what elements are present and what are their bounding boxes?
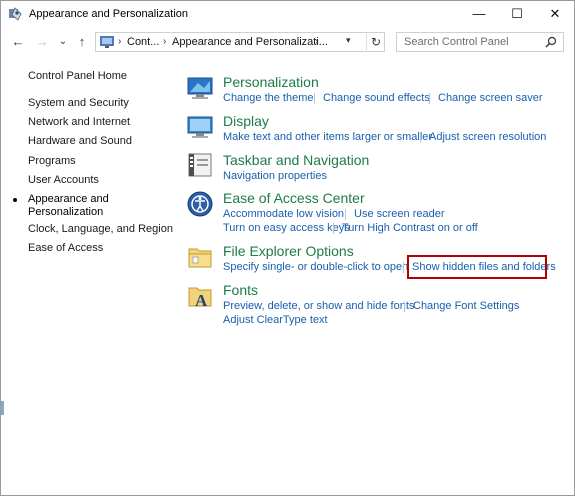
link-change-theme[interactable]: Change the theme	[223, 92, 314, 104]
folder-options-icon	[188, 248, 212, 268]
window-title: Appearance and Personalization	[29, 8, 189, 20]
close-icon: ✕	[549, 6, 561, 21]
taskbar-icon	[188, 153, 212, 177]
search-icon	[545, 36, 557, 48]
maximize-icon: ☐	[511, 6, 523, 21]
control-panel-app-icon	[9, 7, 22, 21]
sidebar-item-hardware-sound[interactable]: Hardware and Sound	[28, 135, 132, 147]
breadcrumb-separator: ›	[163, 36, 167, 47]
address-dropdown-icon[interactable]: ▾	[346, 35, 351, 46]
link-divider	[333, 223, 334, 234]
address-bar[interactable]: › Cont... › Appearance and Personalizati…	[95, 32, 385, 52]
sidebar-item-appearance-line2: Personalization	[28, 206, 104, 218]
up-button[interactable]: ↑	[73, 33, 91, 51]
link-divider	[429, 93, 430, 104]
ease-of-access-icon	[187, 191, 213, 217]
control-panel-window: Appearance and Personalization — ☐ ✕ ← →…	[0, 0, 575, 496]
highlight-box	[407, 255, 547, 279]
link-change-font-settings[interactable]: Change Font Settings	[413, 300, 519, 312]
breadcrumb-appearance[interactable]: Appearance and Personalizati...	[172, 36, 328, 48]
sidebar-item-system-security[interactable]: System and Security	[28, 97, 129, 109]
refresh-button[interactable]: ↻	[366, 33, 385, 51]
control-panel-small-icon	[100, 36, 114, 48]
svg-text:A: A	[195, 291, 208, 310]
breadcrumb-separator: ›	[118, 36, 122, 47]
window-edge-marker	[1, 401, 4, 415]
category-taskbar-navigation: Taskbar and Navigation Navigation proper…	[186, 152, 566, 186]
sidebar-item-control-panel-home[interactable]: Control Panel Home	[28, 70, 127, 82]
link-divider	[403, 262, 404, 273]
link-accommodate-low-vision[interactable]: Accommodate low vision	[223, 208, 344, 220]
breadcrumb-separator: ›	[315, 36, 319, 47]
navigation-bar: ← → ⌄ ↑ › Cont... › Appearance and Perso…	[1, 29, 574, 55]
link-use-screen-reader[interactable]: Use screen reader	[354, 208, 445, 220]
personalization-icon	[187, 77, 213, 99]
personalization-title[interactable]: Personalization	[223, 74, 319, 90]
refresh-icon: ↻	[370, 35, 382, 49]
file-explorer-options-title[interactable]: File Explorer Options	[223, 243, 354, 259]
link-single-double-click[interactable]: Specify single- or double-click to open	[223, 261, 408, 273]
link-divider	[420, 132, 421, 143]
sidebar: Control Panel Home System and Security N…	[1, 61, 176, 361]
taskbar-title[interactable]: Taskbar and Navigation	[223, 152, 369, 168]
chevron-down-icon: ⌄	[58, 36, 68, 47]
link-divider	[345, 209, 346, 220]
link-high-contrast[interactable]: Turn High Contrast on or off	[342, 222, 478, 234]
forward-arrow-icon: →	[35, 34, 49, 49]
breadcrumb-control-panel[interactable]: Cont...	[127, 36, 159, 48]
sidebar-item-appearance-line1: Appearance and	[28, 193, 109, 205]
minimize-icon: —	[472, 6, 486, 21]
minimize-button[interactable]: —	[460, 1, 498, 27]
link-adjust-resolution[interactable]: Adjust screen resolution	[429, 131, 546, 143]
category-fonts: A Fonts Preview, delete, or show and hid…	[186, 282, 566, 330]
maximize-button[interactable]: ☐	[498, 1, 536, 27]
link-text-size[interactable]: Make text and other items larger or smal…	[223, 131, 432, 143]
up-arrow-icon: ↑	[78, 34, 86, 49]
category-file-explorer-options: File Explorer Options Specify single- or…	[186, 243, 566, 279]
close-button[interactable]: ✕	[536, 1, 574, 27]
category-personalization: Personalization Change the theme Change …	[186, 74, 566, 108]
category-display: Display Make text and other items larger…	[186, 113, 566, 147]
search-box[interactable]: Search Control Panel	[396, 32, 564, 52]
sidebar-item-clock-language-region[interactable]: Clock, Language, and Region	[28, 223, 173, 235]
link-divider	[404, 301, 405, 312]
current-section-bullet	[13, 198, 17, 202]
link-change-screen-saver[interactable]: Change screen saver	[438, 92, 543, 104]
link-change-sound-effects[interactable]: Change sound effects	[323, 92, 430, 104]
display-icon	[187, 116, 213, 138]
category-ease-of-access: Ease of Access Center Accommodate low vi…	[186, 190, 566, 238]
fonts-icon: A	[188, 287, 212, 310]
sidebar-item-programs[interactable]: Programs	[28, 155, 76, 167]
link-divider	[314, 93, 315, 104]
title-bar: Appearance and Personalization — ☐ ✕	[1, 1, 574, 27]
link-easy-access-keys[interactable]: Turn on easy access keys	[223, 222, 350, 234]
sidebar-item-user-accounts[interactable]: User Accounts	[28, 174, 99, 186]
display-title[interactable]: Display	[223, 113, 269, 129]
back-arrow-icon: ←	[11, 34, 25, 49]
forward-button[interactable]: →	[33, 33, 51, 51]
search-input[interactable]: Search Control Panel	[404, 36, 509, 48]
ease-of-access-title[interactable]: Ease of Access Center	[223, 190, 365, 206]
back-button[interactable]: ←	[9, 33, 27, 51]
recent-locations-button[interactable]: ⌄	[54, 33, 72, 51]
sidebar-item-ease-of-access[interactable]: Ease of Access	[28, 242, 103, 254]
sidebar-item-network-internet[interactable]: Network and Internet	[28, 116, 130, 128]
link-navigation-properties[interactable]: Navigation properties	[223, 170, 327, 182]
fonts-title[interactable]: Fonts	[223, 282, 258, 298]
link-preview-fonts[interactable]: Preview, delete, or show and hide fonts	[223, 300, 414, 312]
link-adjust-cleartype[interactable]: Adjust ClearType text	[223, 314, 328, 326]
